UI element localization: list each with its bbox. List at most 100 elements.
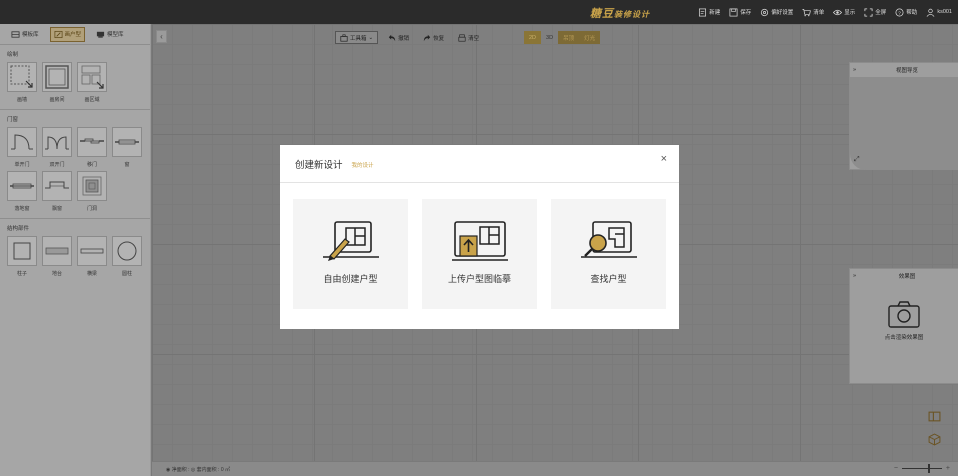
view-mode-toggle: 2D 3D 吊顶 灯光 [524, 31, 601, 44]
tool-label: 地台 [51, 271, 62, 277]
tool-floor-window[interactable]: 落地窗 [6, 171, 38, 212]
expand-icon[interactable]: ⤢ [854, 156, 860, 164]
cube-icon[interactable] [928, 433, 941, 446]
zoom-handle[interactable] [927, 464, 930, 473]
zoom-in-icon[interactable]: + [946, 465, 950, 472]
floorplan-upload-icon [451, 221, 508, 261]
render-button[interactable]: 点击渲染效果图 [850, 283, 958, 341]
tool-label: 柱子 [16, 271, 27, 277]
view-ceiling-button[interactable]: 吊顶 [558, 31, 580, 44]
section-draw-title: 绘制 [7, 52, 19, 58]
new-button[interactable]: 新建 [698, 8, 720, 17]
display-button[interactable]: 显示 [833, 8, 855, 17]
navigator-view[interactable]: ⤢ [850, 77, 958, 170]
tool-label: 横梁 [86, 271, 97, 277]
search-floorplan-card[interactable]: 查找户型 [551, 199, 666, 309]
tool-label: 单开门 [14, 162, 30, 168]
redo-label: 恢复 [433, 35, 445, 42]
top-menu: 新建 保存 偏好设置 清单 显示 全屏 ? 帮助 ks001 [698, 0, 952, 24]
clear-icon [458, 33, 466, 42]
view-3d-button[interactable]: 3D [541, 31, 558, 44]
round-pillar-icon [117, 241, 137, 261]
tool-door-opening[interactable]: 门洞 [76, 171, 108, 212]
tool-double-door[interactable]: 双开门 [41, 127, 73, 168]
tab-template-library[interactable]: 模板库 [8, 27, 42, 42]
tab-draw-label: 画户型 [64, 32, 82, 38]
template-icon [11, 30, 20, 38]
view-lighting-button[interactable]: 灯光 [579, 31, 601, 44]
floorplan-tool-icon[interactable] [928, 410, 941, 423]
fullscreen-button[interactable]: 全屏 [864, 7, 886, 17]
tool-label: 画区域 [84, 97, 100, 103]
tool-draw-room[interactable]: 画房间 [41, 62, 73, 103]
collapse-panel-button[interactable]: ‹ [156, 30, 167, 43]
undo-icon [388, 34, 396, 41]
card-label: 自由创建户型 [323, 274, 378, 284]
redo-icon [423, 34, 431, 41]
sliding-door-icon [80, 138, 104, 144]
floor-window-icon [10, 183, 34, 189]
list-button[interactable]: 清单 [802, 8, 824, 17]
status-bar: ◉ 净面积 : ◎ 套内面积 : 0 ㎡ − + [152, 461, 958, 476]
tool-pillar[interactable]: 柱子 [6, 236, 38, 277]
tool-platform[interactable]: 地台 [41, 236, 73, 277]
save-button[interactable]: 保存 [729, 8, 751, 17]
undo-button[interactable]: 撤销 [384, 31, 413, 44]
tool-label: 双开门 [49, 162, 65, 168]
tab-model-library[interactable]: 模型库 [93, 27, 127, 42]
help-button[interactable]: ? 帮助 [895, 8, 917, 17]
preferences-button[interactable]: 偏好设置 [760, 8, 793, 17]
zoom-out-icon[interactable]: − [894, 465, 898, 472]
tool-bay-window[interactable]: 飘窗 [41, 171, 73, 212]
clear-button[interactable]: 清空 [454, 31, 483, 44]
left-panel: 模板库 画户型 模型库 绘制 画墙 画房间 画区域 门窗 单开门 双开门 移门 … [0, 24, 151, 476]
zoom-slider[interactable] [901, 464, 942, 473]
create-free-floorplan-card[interactable]: 自由创建户型 [293, 199, 408, 309]
brand-logo: 糖豆装修设计 [590, 5, 650, 21]
tool-label: 画墙 [16, 97, 27, 103]
user-menu[interactable]: ks001 [926, 8, 952, 17]
tool-round-pillar[interactable]: 圆柱 [111, 236, 143, 277]
toolbox-dropdown[interactable]: 工具箱 ⌄ [335, 31, 379, 44]
tool-beam[interactable]: 横梁 [76, 236, 108, 277]
close-icon[interactable]: × [661, 153, 667, 165]
toolbox-label: 工具箱 [350, 35, 367, 42]
render-panel-title: 效果图 [898, 274, 916, 280]
settings-icon [761, 8, 769, 16]
window-icon [115, 139, 139, 145]
tool-sliding-door[interactable]: 移门 [76, 127, 108, 168]
fullscreen-icon [864, 7, 873, 17]
tool-draw-area[interactable]: 画区域 [76, 62, 108, 103]
wall-icon [10, 65, 33, 88]
pencil-icon [54, 30, 62, 38]
eye-icon [833, 9, 843, 15]
user-icon [926, 8, 935, 17]
section-doors-windows: 门窗 单开门 双开门 移门 窗 落地窗 飘窗 门洞 [0, 110, 150, 219]
tab-model-label: 模型库 [107, 32, 124, 38]
view-2d-button[interactable]: 2D [524, 31, 542, 44]
render-label: 点击渲染效果图 [884, 335, 924, 341]
tool-draw-wall[interactable]: 画墙 [6, 62, 38, 103]
nav-panel-title: 视图导览 [896, 68, 919, 74]
bay-window-icon [45, 181, 69, 189]
beam-icon [80, 248, 104, 254]
tool-window[interactable]: 窗 [111, 127, 143, 168]
user-name: ks001 [937, 9, 952, 15]
redo-button[interactable]: 恢复 [419, 31, 448, 44]
upload-floorplan-card[interactable]: 上传户型图临摹 [422, 199, 537, 309]
tool-label: 飘窗 [51, 206, 62, 212]
tool-single-door[interactable]: 单开门 [6, 127, 38, 168]
preferences-label: 偏好设置 [771, 10, 794, 16]
my-designs-link[interactable]: 我的设计 [352, 161, 374, 169]
door-opening-icon [82, 176, 102, 196]
tab-draw-floorplan[interactable]: 画户型 [49, 26, 86, 42]
tool-label: 圆柱 [121, 271, 132, 277]
side-tool-icons [928, 410, 941, 446]
left-tabs: 模板库 画户型 模型库 [0, 24, 150, 45]
chevron-down-icon: ⌄ [368, 34, 374, 41]
svg-text:?: ? [898, 10, 901, 16]
tab-template-label: 模板库 [22, 32, 39, 38]
create-design-dialog: 创建新设计 我的设计 × 自由创建户型 上传户型图临摹 查找户型 [280, 145, 679, 329]
camera-icon [888, 301, 920, 328]
chevron-left-icon: ‹ [160, 32, 163, 41]
